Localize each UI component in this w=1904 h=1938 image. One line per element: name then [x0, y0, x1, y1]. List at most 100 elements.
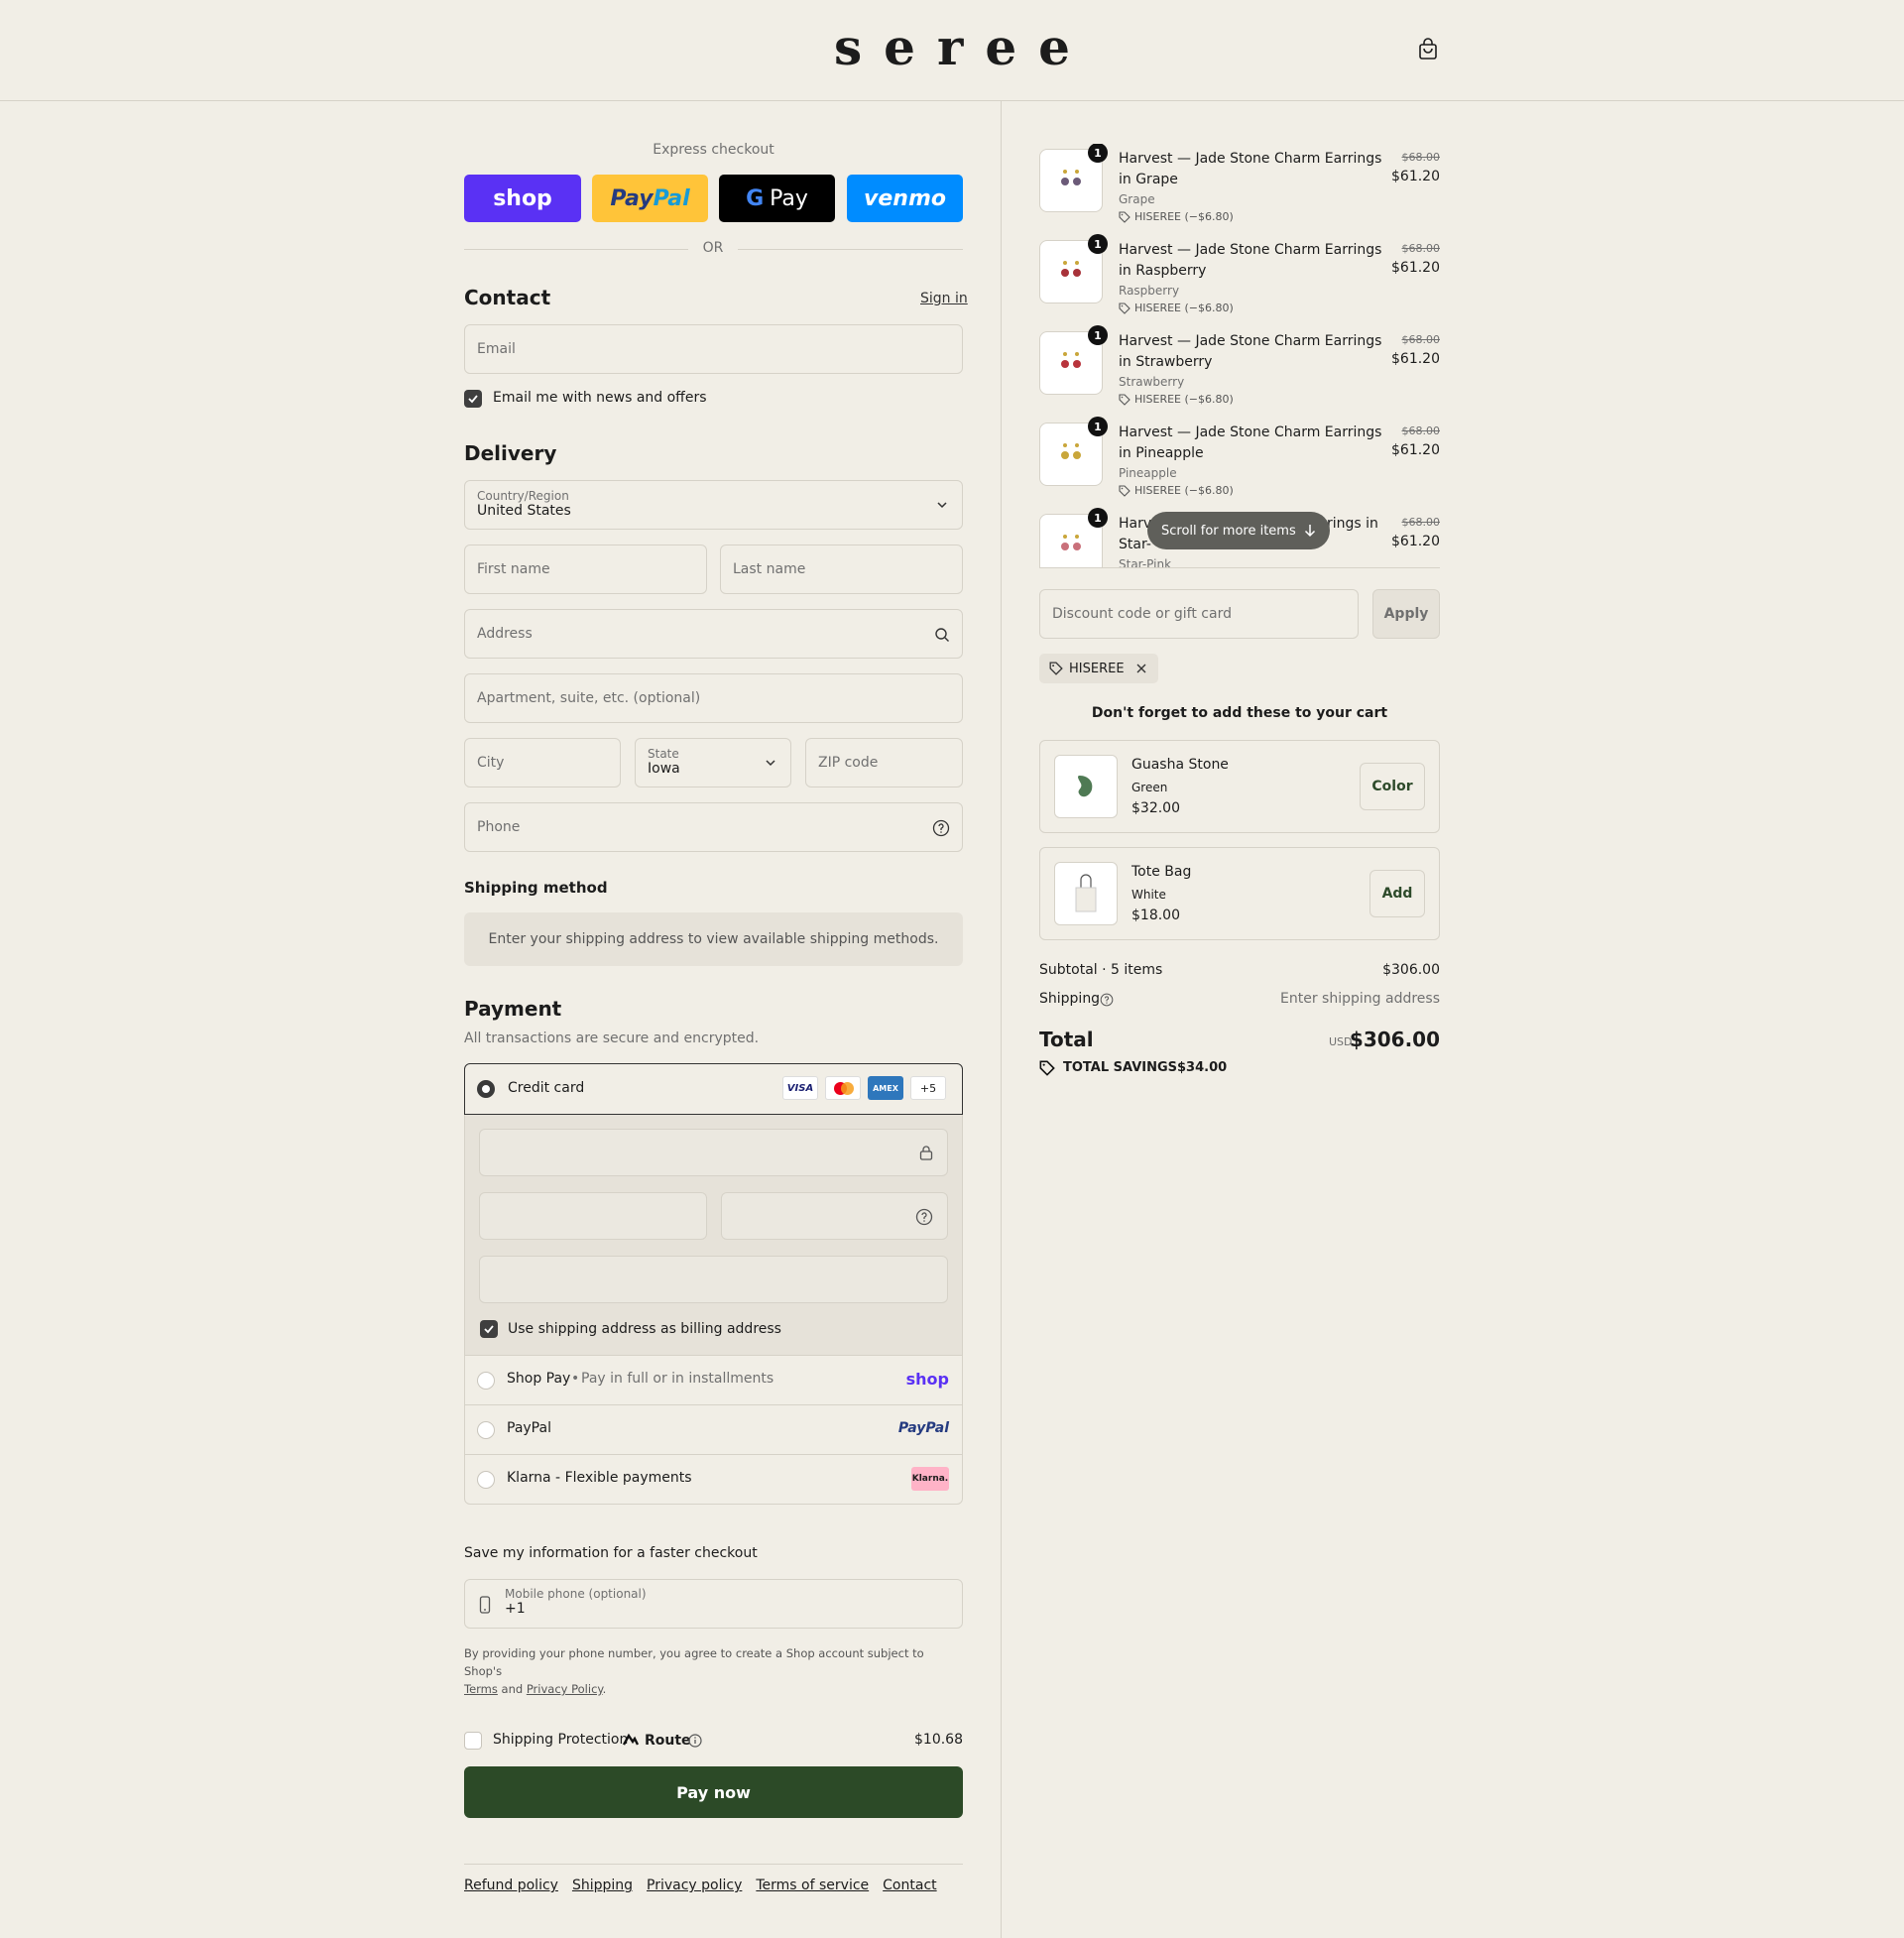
- klarna-option[interactable]: Klarna - Flexible payments Klarna.: [464, 1454, 963, 1504]
- shipping-value: Enter shipping address: [1280, 991, 1440, 1007]
- discount-code-field[interactable]: Discount code or gift card: [1039, 589, 1359, 639]
- upsell-heading: Don't forget to add these to your cart: [1091, 705, 1388, 721]
- apartment-field[interactable]: Apartment, suite, etc. (optional): [464, 673, 963, 723]
- contact-heading: Contact: [464, 286, 551, 309]
- sign-in-link[interactable]: Sign in: [920, 291, 968, 306]
- item-original-price: $68.00: [1401, 333, 1441, 346]
- cart-item: 1 Harvest — Jade Stone Charm Earrings in…: [1039, 234, 1441, 319]
- credit-card-option[interactable]: Credit card VISA AMEX +5: [464, 1063, 963, 1115]
- item-original-price: $68.00: [1401, 242, 1441, 255]
- country-select[interactable]: Country/Region United States: [464, 480, 963, 530]
- checkmark-icon: [484, 1325, 494, 1334]
- help-circle-icon[interactable]: [932, 819, 950, 837]
- shop-pay-express-button[interactable]: shop: [464, 175, 581, 222]
- shipping-protection-price: $10.68: [914, 1732, 963, 1748]
- upsell-variant: Green: [1131, 781, 1168, 794]
- help-circle-icon[interactable]: [1100, 993, 1114, 1007]
- header: seree: [0, 0, 1904, 101]
- column-divider: [1001, 101, 1002, 1938]
- shop-privacy-link[interactable]: Privacy Policy: [527, 1682, 603, 1696]
- earring-image-icon: [1061, 352, 1081, 368]
- apply-discount-button[interactable]: Apply: [1372, 589, 1440, 639]
- item-variant: Pineapple: [1119, 466, 1177, 480]
- info-icon[interactable]: [688, 1734, 702, 1748]
- save-info-heading: Save my information for a faster checkou…: [464, 1545, 758, 1561]
- paypal-radio[interactable]: [477, 1421, 495, 1439]
- google-pay-express-button[interactable]: G Pay: [719, 175, 835, 222]
- klarna-radio[interactable]: [477, 1471, 495, 1489]
- earring-gem: [1061, 269, 1069, 277]
- privacy-policy-link[interactable]: Privacy policy: [647, 1877, 742, 1893]
- billing-address-checkbox[interactable]: [480, 1320, 498, 1338]
- cardholder-name-field[interactable]: [479, 1256, 948, 1303]
- shop-terms-link[interactable]: Terms: [464, 1682, 498, 1696]
- lock-icon: [919, 1146, 933, 1160]
- total-savings-label: TOTAL SAVINGS: [1063, 1060, 1178, 1075]
- paypal-option[interactable]: PayPal PayPal: [464, 1404, 963, 1454]
- or-divider-right: [738, 249, 963, 250]
- remove-discount-icon[interactable]: [1134, 662, 1148, 675]
- paypal-label: PayPal: [507, 1420, 551, 1436]
- quantity-badge: 1: [1088, 417, 1108, 436]
- apartment-placeholder: Apartment, suite, etc. (optional): [477, 690, 701, 706]
- earring-gem: [1061, 543, 1069, 550]
- item-name: Harvest — Jade Stone Charm Earrings in G…: [1119, 151, 1382, 187]
- or-label: OR: [702, 240, 724, 256]
- earring-gem: [1061, 360, 1069, 368]
- card-expiry-field[interactable]: [479, 1192, 707, 1240]
- last-name-field[interactable]: Last name: [720, 545, 963, 594]
- earring-image-icon: [1061, 261, 1081, 277]
- card-cvv-field[interactable]: [721, 1192, 948, 1240]
- savings-tag-icon: [1039, 1060, 1055, 1076]
- shopping-bag-icon[interactable]: [1416, 38, 1440, 61]
- first-name-placeholder: First name: [477, 561, 550, 577]
- footer-links: Refund policy Shipping Privacy policy Te…: [464, 1877, 937, 1893]
- shipping-method-heading: Shipping method: [464, 879, 608, 897]
- upsell-color-button[interactable]: Color: [1360, 763, 1425, 810]
- chevron-down-icon: [937, 502, 947, 509]
- pay-now-button[interactable]: Pay now: [464, 1766, 963, 1818]
- or-divider-left: [464, 249, 688, 250]
- paypal-express-button[interactable]: Pay Pal: [592, 175, 708, 222]
- card-number-field[interactable]: [479, 1129, 948, 1176]
- search-icon: [935, 628, 949, 642]
- address-field[interactable]: Address: [464, 609, 963, 659]
- shop-legal-text: By providing your phone number, you agre…: [464, 1644, 963, 1698]
- earring-image-icon: [1061, 535, 1081, 550]
- scroll-more-items-pill[interactable]: Scroll for more items: [1147, 512, 1330, 549]
- item-discount: HISEREE (−$6.80): [1119, 210, 1234, 223]
- email-news-checkbox[interactable]: [464, 390, 482, 408]
- city-placeholder: City: [477, 755, 505, 771]
- contact-link[interactable]: Contact: [883, 1877, 936, 1893]
- phone-field[interactable]: Phone: [464, 802, 963, 852]
- quantity-badge: 1: [1088, 508, 1108, 528]
- shop-pay-radio[interactable]: [477, 1372, 495, 1390]
- upsell-card: Tote Bag White $18.00 Add: [1039, 847, 1440, 940]
- upsell-add-button[interactable]: Add: [1369, 870, 1425, 917]
- item-name: Harvest — Jade Stone Charm Earrings in S…: [1119, 333, 1382, 370]
- venmo-express-button[interactable]: venmo: [847, 175, 963, 222]
- zip-field[interactable]: ZIP code: [805, 738, 963, 787]
- zip-placeholder: ZIP code: [818, 755, 879, 771]
- terms-of-service-link[interactable]: Terms of service: [756, 1877, 869, 1893]
- payment-subtitle: All transactions are secure and encrypte…: [464, 1030, 760, 1046]
- cart-items-list[interactable]: 1 Harvest — Jade Stone Charm Earrings in…: [1039, 144, 1440, 568]
- shipping-protection-checkbox[interactable]: [464, 1732, 482, 1750]
- route-logo-icon: [623, 1733, 639, 1746]
- item-name: Harvest — Jade Stone Charm Earrings in R…: [1119, 242, 1382, 279]
- email-field[interactable]: Email: [464, 324, 963, 374]
- credit-card-radio[interactable]: [477, 1080, 495, 1098]
- earring-gem: [1073, 269, 1081, 277]
- quantity-badge: 1: [1088, 144, 1108, 163]
- refund-policy-link[interactable]: Refund policy: [464, 1877, 558, 1893]
- shipping-policy-link[interactable]: Shipping: [572, 1877, 633, 1893]
- first-name-field[interactable]: First name: [464, 545, 707, 594]
- mobile-phone-field[interactable]: Mobile phone (optional) +1: [464, 1579, 963, 1629]
- google-pay-label: Pay: [770, 185, 808, 211]
- city-field[interactable]: City: [464, 738, 621, 787]
- store-logo[interactable]: seree: [754, 18, 1150, 76]
- help-circle-icon[interactable]: [915, 1208, 933, 1226]
- state-select[interactable]: State Iowa: [635, 738, 791, 787]
- shop-pay-option[interactable]: Shop Pay • Pay in full or in installment…: [464, 1355, 963, 1404]
- cart-item: 1 Harvest — Jade Stone Charm Earrings in…: [1039, 417, 1440, 502]
